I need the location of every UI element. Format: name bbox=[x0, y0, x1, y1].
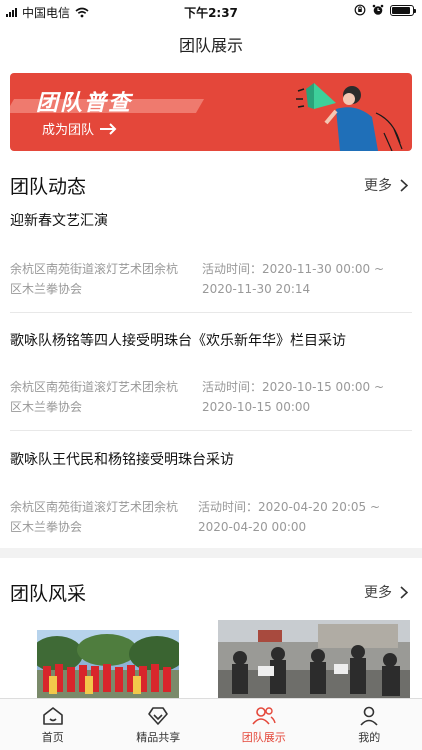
news-time: 活动时间：2020-11-30 00:00 ~ 2020-11-30 20:14 bbox=[202, 262, 385, 296]
battery-icon bbox=[390, 4, 416, 16]
tab-label: 首页 bbox=[41, 731, 64, 744]
megaphone-illustration bbox=[296, 83, 403, 151]
team-style-more-button[interactable]: 更多 bbox=[364, 582, 408, 602]
arrow-right-icon bbox=[100, 122, 117, 135]
news-title: 歌咏队王代民和杨铭接受明珠台采访 bbox=[10, 452, 234, 468]
team-style-title: 团队风采 bbox=[10, 583, 87, 605]
recruit-banner[interactable]: 团队普查 成为团队 bbox=[10, 73, 412, 151]
rotation-lock-icon bbox=[354, 4, 366, 16]
tab-label: 我的 bbox=[358, 731, 381, 744]
news-org: 余杭区南苑街道滚灯艺术团余杭区木兰拳协会 bbox=[10, 380, 179, 414]
more-label: 更多 bbox=[364, 178, 392, 194]
tab-label: 团队展示 bbox=[241, 731, 286, 744]
team-news-more-button[interactable]: 更多 bbox=[364, 175, 408, 195]
alarm-icon bbox=[372, 4, 384, 15]
banner-headline: 团队普查 bbox=[36, 91, 133, 116]
banner-cta: 成为团队 bbox=[42, 123, 95, 138]
news-item[interactable]: 迎新春文艺汇演 余杭区南苑街道滚灯艺术团余杭区木兰拳协会 活动时间：2020-1… bbox=[10, 210, 412, 300]
page-title: 团队展示 bbox=[178, 36, 243, 55]
divider bbox=[10, 312, 412, 313]
divider bbox=[10, 430, 412, 431]
team-news-title: 团队动态 bbox=[10, 176, 87, 198]
news-title: 歌咏队杨铭等四人接受明珠台《欢乐新年华》栏目采访 bbox=[10, 333, 346, 349]
tab-mine[interactable]: 我的 bbox=[317, 699, 422, 750]
news-time: 活动时间：2020-10-15 00:00 ~ 2020-10-15 00:00 bbox=[202, 380, 385, 414]
tab-team[interactable]: 团队展示 bbox=[211, 699, 317, 750]
home-icon bbox=[42, 707, 63, 725]
team-photo-dancers[interactable] bbox=[37, 630, 179, 698]
news-org: 余杭区南苑街道滚灯艺术团余杭区木兰拳协会 bbox=[10, 262, 179, 296]
news-title: 迎新春文艺汇演 bbox=[10, 213, 108, 229]
tab-share[interactable]: 精品共享 bbox=[106, 699, 212, 750]
more-label: 更多 bbox=[364, 585, 392, 601]
chevron-right-icon bbox=[400, 585, 408, 599]
user-icon bbox=[360, 706, 378, 726]
team-icon bbox=[252, 707, 276, 725]
tab-home[interactable]: 首页 bbox=[0, 699, 106, 750]
tab-label: 精品共享 bbox=[136, 731, 181, 744]
news-item[interactable]: 歌咏队王代民和杨铭接受明珠台采访 余杭区南苑街道滚灯艺术团余杭区木兰拳协会 活动… bbox=[10, 449, 412, 539]
tab-bar: 首页 精品共享 团队展示 我的 bbox=[0, 698, 422, 750]
news-time: 活动时间：2020-04-20 20:05 ~ 2020-04-20 00:00 bbox=[198, 500, 381, 534]
share-icon bbox=[148, 707, 169, 725]
team-photo-musicians[interactable] bbox=[218, 620, 410, 698]
news-item[interactable]: 歌咏队杨铭等四人接受明珠台《欢乐新年华》栏目采访 余杭区南苑街道滚灯艺术团余杭区… bbox=[10, 330, 412, 420]
section-separator bbox=[0, 548, 422, 558]
status-bar: 中国电信 下午2:37 bbox=[0, 0, 422, 22]
chevron-right-icon bbox=[400, 178, 408, 192]
news-org: 余杭区南苑街道滚灯艺术团余杭区木兰拳协会 bbox=[10, 500, 179, 534]
